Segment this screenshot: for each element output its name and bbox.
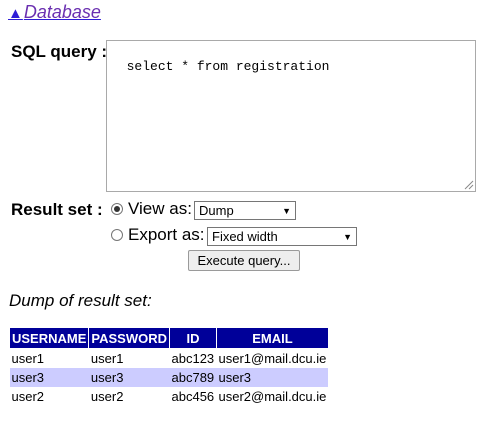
dropdown-arrow-icon: ▼ [343,231,352,242]
table-cell: user2@mail.dcu.ie [218,389,327,404]
table-cell: user1 [11,351,45,366]
table-row: user1 user1 abc123 user1@mail.dcu.ie [10,349,329,369]
resize-grip-icon[interactable] [464,180,474,190]
table-cell: user2 [90,389,124,404]
view-as-radio[interactable] [111,203,123,215]
up-triangle-icon: ▲ [8,5,23,22]
view-as-label: View as: [128,199,192,218]
export-as-option: Export as: [111,225,205,245]
table-cell: abc456 [171,389,215,404]
view-as-select[interactable]: Dump ▼ [194,201,296,220]
table-cell: abc789 [169,368,217,387]
table-cell: user2 [11,389,45,404]
dump-heading: Dump of result set: [9,291,152,310]
dropdown-arrow-icon: ▼ [282,205,291,216]
export-as-select[interactable]: Fixed width ▼ [207,227,357,246]
column-header-email: EMAIL [216,327,329,349]
column-header-username: USERNAME [8,327,90,349]
sql-query-label: SQL query : [11,42,108,61]
sql-query-text: select * from registration [126,59,330,74]
result-set-label: Result set : [11,200,103,219]
table-cell: user3 [9,368,89,387]
export-as-label: Export as: [128,225,205,244]
execute-query-button[interactable]: Execute query... [188,250,300,271]
table-cell: user1 [90,351,124,366]
view-as-select-value: Dump [199,203,234,218]
column-header-password: PASSWORD [88,327,171,349]
export-as-radio[interactable] [111,229,123,241]
database-link[interactable]: ▲Database [8,2,101,23]
column-header-id: ID [169,327,218,349]
export-as-select-value: Fixed width [212,229,278,244]
sql-query-textarea[interactable]: select * from registration [106,40,476,192]
table-row: user2 user2 abc456 user2@mail.dcu.ie [10,387,329,406]
database-link-label: Database [23,2,101,22]
table-header-row: USERNAME PASSWORD ID EMAIL [8,327,329,349]
table-cell: user3 [88,368,170,387]
view-as-option: View as: [111,199,192,219]
table-cell: user1@mail.dcu.ie [218,351,327,366]
table-cell: user3 [216,368,329,387]
table-cell: abc123 [171,351,215,366]
result-table: USERNAME PASSWORD ID EMAIL user1 user1 a… [8,327,329,406]
table-row: user3 user3 abc789 user3 [9,368,329,387]
